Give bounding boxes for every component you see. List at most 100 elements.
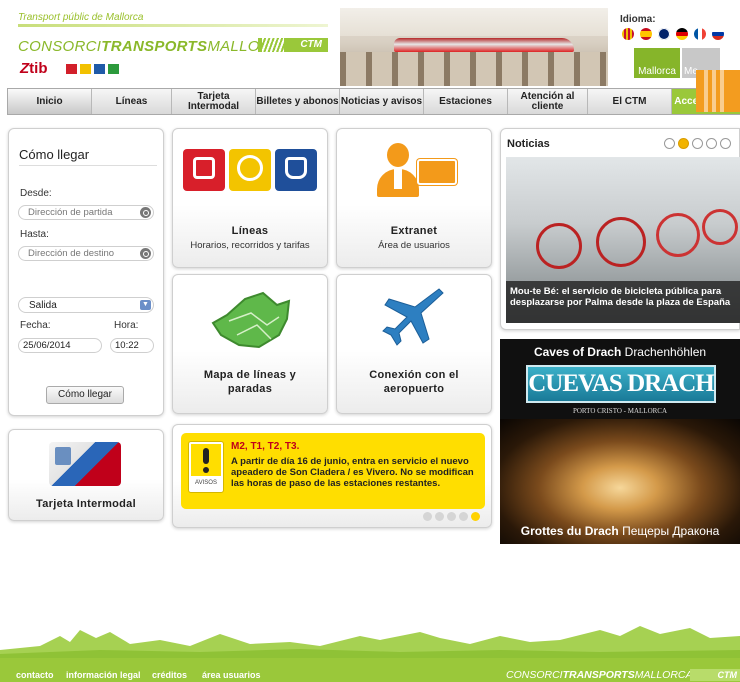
noticias-panel: Noticias Mou-te Bé: el servicio de bicic…: [500, 128, 740, 330]
noticias-title: Noticias: [507, 138, 550, 150]
bus-icon: [183, 149, 225, 191]
pager-dot[interactable]: [459, 512, 468, 521]
pager-dot[interactable]: [706, 138, 717, 149]
cuevas-drach-ad[interactable]: Caves of Drach Drachenhöhlen CUEVAS DRAC…: [500, 339, 740, 544]
train-icon: [229, 149, 271, 191]
search-icon[interactable]: [140, 248, 151, 259]
avisos-icon-label: AVISOS: [195, 480, 217, 486]
pager-dot-active[interactable]: [471, 512, 480, 521]
header-train-photo: [340, 8, 608, 86]
mapa-title: Mapa de líneas y paradas: [203, 369, 297, 395]
route-planner-title: Cómo llegar: [19, 147, 90, 162]
pager-dot[interactable]: [435, 512, 444, 521]
footer-brand: CONSORCITRANSPORTSMALLORCA: [506, 669, 693, 681]
brand-bold: TRANSPORTS: [101, 38, 208, 55]
ad-top-bold: Caves of Drach: [533, 345, 622, 359]
date-input[interactable]: 25/06/2014: [18, 338, 102, 353]
airplane-icon: [382, 288, 444, 346]
aeropuerto-tile[interactable]: Conexión con el aeropuerto: [336, 274, 492, 414]
footer-cityscape: [0, 626, 740, 658]
fecha-label: Fecha:: [20, 320, 51, 331]
id-card-icon: [49, 442, 121, 486]
aviso-banner[interactable]: AVISOS M2, T1, T2, T3. A partir de día 1…: [181, 433, 485, 509]
ad-bottom-rest: Пещеры Дракона: [618, 524, 720, 538]
pager-dot[interactable]: [447, 512, 456, 521]
metro-icon: [275, 149, 317, 191]
tib-train-icon: [80, 64, 91, 74]
ad-top-text: Caves of Drach Drachenhöhlen: [500, 345, 740, 359]
ad-logo-text: CUEVAS DRACH: [528, 370, 714, 397]
tib-bike-icon: [108, 64, 119, 74]
desde-label: Desde:: [20, 188, 52, 199]
hora-label: Hora:: [114, 320, 139, 331]
mapa-tile[interactable]: Mapa de líneas y paradas: [172, 274, 328, 414]
lineas-title: Líneas: [231, 225, 269, 237]
user-icon: [377, 143, 419, 197]
tarjeta-intermodal-panel[interactable]: Tarjeta Intermodal: [8, 429, 164, 521]
russian-flag-icon[interactable]: [712, 28, 724, 40]
extranet-title: Extranet: [390, 225, 438, 237]
uk-flag-icon[interactable]: [658, 28, 670, 40]
nav-lineas[interactable]: Líneas: [92, 89, 172, 114]
mallorca-island-button[interactable]: Mallorca: [634, 48, 680, 78]
tagline-rule: [18, 24, 328, 27]
lineas-tile[interactable]: Líneas Horarios, recorridos y tarifas: [172, 128, 328, 268]
ad-bottom-text: Grottes du Drach Пещеры Дракона: [500, 524, 740, 538]
time-input[interactable]: 10:22: [110, 338, 154, 353]
warning-icon: AVISOS: [188, 441, 224, 493]
footer-brand-end: MALLORCA: [634, 669, 693, 681]
footer-link-area-usuarios[interactable]: área usuarios: [202, 670, 261, 680]
spanish-flag-icon[interactable]: [640, 28, 652, 40]
pager-dot[interactable]: [423, 512, 432, 521]
brand-light: CONSORCI: [18, 38, 102, 55]
lineas-subtitle: Horarios, recorridos y tarifas: [190, 240, 310, 251]
search-icon[interactable]: [140, 207, 151, 218]
french-flag-icon[interactable]: [694, 28, 706, 40]
mode-value: Salida: [29, 300, 57, 311]
nav-el-ctm[interactable]: El CTM: [588, 89, 672, 114]
chevron-down-icon[interactable]: ▼: [140, 300, 151, 310]
ad-top-rest: Drachenhöhlen: [621, 345, 707, 359]
consorci-logo[interactable]: CONSORCITRANSPORTSMALLORCA: [18, 38, 292, 55]
nav-noticias-avisos[interactable]: Noticias y avisos: [340, 89, 424, 114]
language-label: Idioma:: [620, 14, 656, 25]
main-nav: Inicio Líneas Tarjeta Intermodal Billete…: [7, 88, 740, 115]
news-pager: [664, 138, 731, 149]
footer-brand-light: CONSORCI: [506, 669, 563, 681]
nav-billetes-abonos[interactable]: Billetes y abonos: [256, 89, 340, 114]
destination-input[interactable]: Dirección de destino: [18, 246, 154, 261]
destination-placeholder: Dirección de destino: [28, 248, 115, 259]
pager-dot[interactable]: [720, 138, 731, 149]
extranet-tile[interactable]: Extranet Área de usuarios: [336, 128, 492, 268]
tarjeta-title: Tarjeta Intermodal: [36, 498, 136, 510]
pager-dot-active[interactable]: [678, 138, 689, 149]
pager-dot[interactable]: [664, 138, 675, 149]
footer: contacto información legal créditos área…: [0, 658, 740, 682]
ad-subtitle: PORTO CRISTO - MALLORCA: [572, 407, 668, 415]
footer-link-info-legal[interactable]: información legal: [66, 670, 141, 680]
aviso-title: M2, T1, T2, T3.: [231, 441, 300, 452]
origin-input[interactable]: Dirección de partida: [18, 205, 154, 220]
footer-brand-bold: TRANSPORTS: [562, 669, 635, 681]
tib-metro-icon: [94, 64, 105, 74]
route-planner-panel: Cómo llegar: [8, 128, 164, 416]
aviso-pager: [423, 512, 480, 521]
pager-dot[interactable]: [692, 138, 703, 149]
news-caption[interactable]: Mou-te Bé: el servicio de bicicleta públ…: [506, 281, 740, 323]
tib-logo[interactable]: Ztib: [20, 60, 48, 77]
news-bicycle-photo[interactable]: Mou-te Bé: el servicio de bicicleta públ…: [506, 157, 740, 323]
mallorca-map-icon: [211, 291, 291, 349]
tab-handle-icon[interactable]: [696, 70, 740, 112]
origin-placeholder: Dirección de partida: [28, 207, 113, 218]
footer-link-contacto[interactable]: contacto: [16, 670, 54, 680]
departure-mode-select[interactable]: Salida ▼: [18, 297, 154, 313]
footer-link-creditos[interactable]: créditos: [152, 670, 187, 680]
route-submit-button[interactable]: Cómo llegar: [46, 386, 124, 404]
nav-atencion-cliente[interactable]: Atención al cliente: [508, 89, 588, 114]
nav-tarjeta-intermodal[interactable]: Tarjeta Intermodal: [172, 89, 256, 114]
german-flag-icon[interactable]: [676, 28, 688, 40]
nav-estaciones[interactable]: Estaciones: [424, 89, 508, 114]
catalan-flag-icon[interactable]: [622, 28, 634, 40]
nav-inicio[interactable]: Inicio: [8, 89, 92, 114]
tib-text: tib: [29, 60, 48, 77]
